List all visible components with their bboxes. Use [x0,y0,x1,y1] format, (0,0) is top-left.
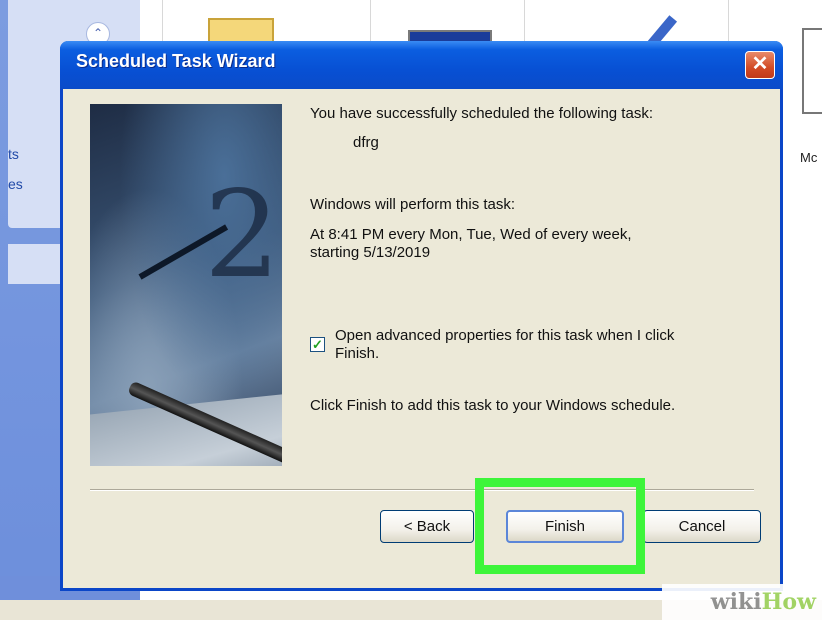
task-pane-link[interactable]: es [8,176,23,192]
finish-highlight-box [475,478,645,574]
checkmark-icon: ✓ [312,337,323,352]
scheduled-task-wizard-dialog: Scheduled Task Wizard ✕ 2 You have succe… [60,41,783,591]
close-icon: ✕ [751,53,769,75]
cancel-button[interactable]: Cancel [643,510,761,543]
checkbox-label-line[interactable]: Finish. [335,345,379,362]
open-advanced-properties-checkbox[interactable]: ✓ [310,337,325,352]
checkbox-label-line[interactable]: Open advanced properties for this task w… [335,327,674,344]
perform-label: Windows will perform this task: [310,196,516,213]
schedule-description-line: starting 5/13/2019 [310,244,431,261]
wikihow-watermark: wikiHow [662,584,822,620]
close-button[interactable]: ✕ [745,51,775,79]
button-divider [90,489,754,491]
task-icon[interactable] [802,28,822,114]
finish-hint: Click Finish to add this task to your Wi… [310,397,676,414]
task-name: dfrg [353,134,379,151]
watermark-wiki: wiki [710,589,762,615]
task-label[interactable]: Mc [800,150,817,165]
watermark-how: How [761,589,816,615]
wizard-side-image: 2 [90,104,282,466]
title-bar[interactable]: Scheduled Task Wizard ✕ [60,41,783,89]
dialog-title: Scheduled Task Wizard [76,51,276,71]
schedule-description-line: At 8:41 PM every Mon, Tue, Wed of every … [310,226,632,243]
success-message: You have successfully scheduled the foll… [310,105,653,122]
back-button[interactable]: < Back [380,510,474,543]
task-pane-link[interactable]: ts [8,146,19,162]
